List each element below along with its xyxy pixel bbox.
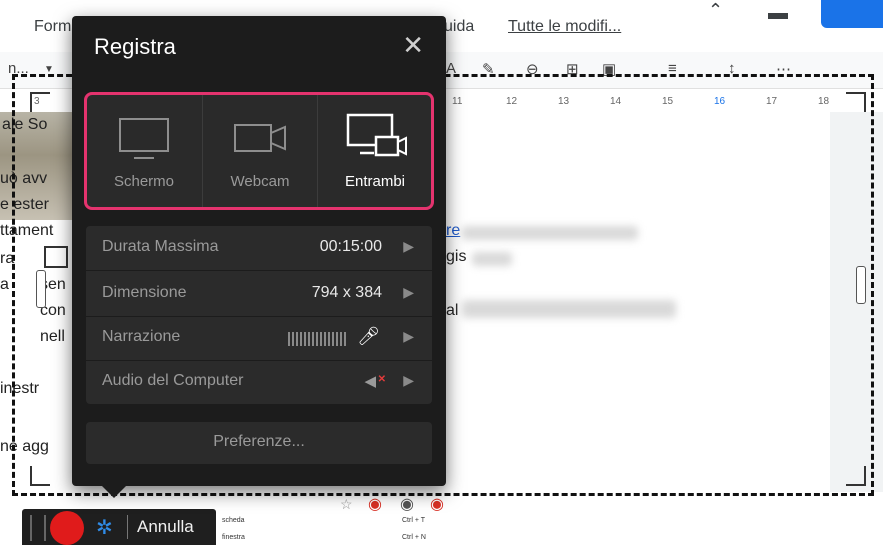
dialog-title: Registra <box>94 34 176 59</box>
recording-settings: Durata Massima 00:15:00 ▶ Dimensione 794… <box>86 226 432 404</box>
record-dialog: Registra ✕ Schermo Webcam Entrambi Durat… <box>72 16 446 486</box>
extension-icon[interactable]: ◉ <box>368 494 382 514</box>
shortcut-new-window: Ctrl + N <box>402 534 426 541</box>
resize-corner-top-left[interactable] <box>30 92 50 112</box>
setting-value: 00:15:00 <box>319 238 382 255</box>
star-icon[interactable]: ☆ <box>340 496 353 513</box>
chevron-right-icon[interactable]: ▶ <box>403 284 414 301</box>
capture-option-label: Entrambi <box>344 173 406 190</box>
monitor-icon <box>119 118 169 159</box>
menu-item-new-window[interactable]: finestra <box>222 534 245 541</box>
drag-grip-icon[interactable] <box>30 515 46 541</box>
close-icon[interactable]: ✕ <box>402 30 424 61</box>
chevron-right-icon[interactable]: ▶ <box>403 372 414 389</box>
setting-value: 794 x 384 <box>311 284 382 301</box>
resize-corner-bottom-left[interactable] <box>30 466 50 486</box>
cancel-button[interactable]: Annulla <box>137 517 194 537</box>
resize-corner-top-right[interactable] <box>846 92 866 112</box>
speaker-icon: ◀ <box>364 373 376 390</box>
extension-icon[interactable]: ◉ <box>400 494 414 514</box>
record-button[interactable] <box>50 511 84 545</box>
doc-text-line: a <box>0 276 9 293</box>
capture-option-label: Schermo <box>113 173 175 190</box>
webcam-icon <box>234 124 286 152</box>
setting-narration[interactable]: Narrazione 🎤︎ ▶ <box>86 316 432 361</box>
resize-corner-bottom-right[interactable] <box>846 466 866 486</box>
capture-option-label: Webcam <box>230 173 290 190</box>
menu-item-new-tab[interactable]: scheda <box>222 517 245 524</box>
chevron-right-icon[interactable]: ▶ <box>403 238 414 255</box>
last-edit-link[interactable]: Tutte le modifi... <box>508 18 621 36</box>
setting-label: Durata Massima <box>102 238 219 255</box>
dialog-pointer <box>100 484 128 498</box>
comment-icon[interactable]: ▬ <box>768 2 788 25</box>
capture-mode-selector: Schermo Webcam Entrambi <box>84 92 434 210</box>
divider <box>127 515 128 539</box>
resize-handle-right[interactable] <box>856 266 866 304</box>
setting-max-duration[interactable]: Durata Massima 00:15:00 ▶ <box>86 226 432 271</box>
setting-size[interactable]: Dimensione 794 x 384 ▶ <box>86 272 432 317</box>
capture-option-both[interactable]: Entrambi <box>317 95 432 207</box>
recorder-bar: ✲ Annulla <box>22 509 216 545</box>
setting-label: Narrazione <box>102 328 181 345</box>
setting-label: Dimensione <box>102 284 187 301</box>
gear-icon[interactable]: ✲ <box>96 515 113 540</box>
capture-option-webcam[interactable]: Webcam <box>202 95 317 207</box>
extension-icon[interactable]: ◉ <box>430 494 444 514</box>
audio-level-meter <box>288 332 348 346</box>
setting-computer-audio[interactable]: Audio del Computer ◀ ✕ ▶ <box>86 360 432 404</box>
capture-option-screen[interactable]: Schermo <box>87 95 201 207</box>
preferences-label: Preferenze... <box>213 433 305 450</box>
present-icon[interactable]: ⌃ <box>708 0 723 21</box>
share-button[interactable] <box>821 0 883 28</box>
resize-handle-left[interactable] <box>36 270 46 308</box>
muted-x-icon: ✕ <box>377 374 386 385</box>
menu-format[interactable]: Form <box>34 18 71 36</box>
setting-label: Audio del Computer <box>102 372 244 389</box>
microphone-icon: 🎤︎ <box>357 326 380 346</box>
menu-help[interactable]: uida <box>444 18 474 36</box>
move-handle-icon[interactable] <box>44 246 68 268</box>
preferences-button[interactable]: Preferenze... <box>86 422 432 464</box>
shortcut-new-tab: Ctrl + T <box>402 517 426 524</box>
monitor-webcam-icon <box>346 113 407 157</box>
chevron-right-icon[interactable]: ▶ <box>403 328 414 345</box>
